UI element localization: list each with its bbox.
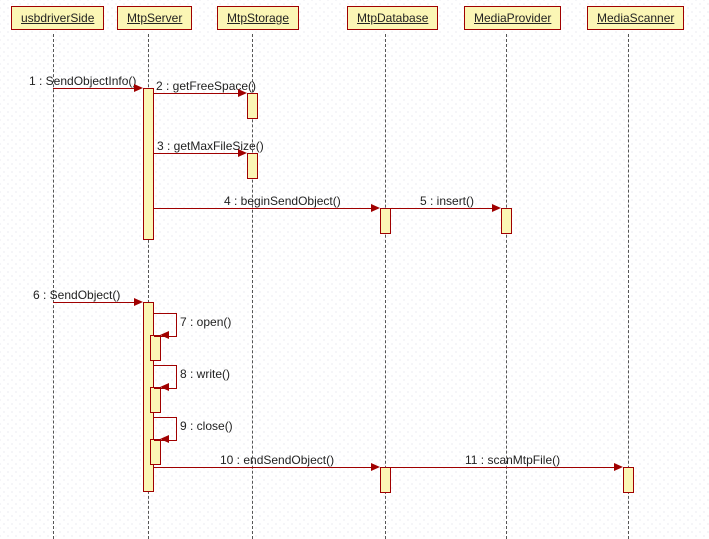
arrow-head-icon: [238, 89, 247, 97]
message-label: 10 : endSendObject(): [220, 453, 334, 467]
message-label: 8 : write(): [180, 367, 230, 381]
message-label: 11 : scanMtpFile(): [465, 453, 560, 467]
message-arrow: [154, 467, 372, 468]
arrow-head-icon: [160, 435, 169, 443]
message-arrow: [154, 153, 239, 154]
message-label: 3 : getMaxFileSize(): [157, 139, 264, 153]
lifeline: [385, 34, 386, 539]
arrow-head-icon: [492, 204, 501, 212]
participant-mtpserver: MtpServer: [117, 6, 192, 30]
lifeline: [53, 34, 54, 539]
activation-bar: [380, 467, 391, 493]
activation-bar: [247, 153, 258, 179]
participant-mediascanner: MediaScanner: [587, 6, 684, 30]
arrow-head-icon: [371, 204, 380, 212]
participant-mtpdatabase: MtpDatabase: [347, 6, 438, 30]
message-arrow: [391, 467, 615, 468]
arrow-head-icon: [238, 149, 247, 157]
message-arrow: [154, 93, 239, 94]
participant-mtpstorage: MtpStorage: [217, 6, 299, 30]
activation-bar: [501, 208, 512, 234]
participant-mediaprovider: MediaProvider: [464, 6, 561, 30]
message-label: 1 : SendObjectInfo(): [29, 74, 136, 88]
activation-bar: [143, 88, 154, 240]
arrow-head-icon: [160, 383, 169, 391]
activation-bar: [623, 467, 634, 493]
arrow-head-icon: [371, 463, 380, 471]
message-label: 4 : beginSendObject(): [224, 194, 341, 208]
message-arrow: [53, 302, 135, 303]
lifeline: [628, 34, 629, 539]
arrow-head-icon: [134, 298, 143, 306]
message-arrow: [154, 208, 372, 209]
message-label: 6 : SendObject(): [33, 288, 120, 302]
arrow-head-icon: [160, 331, 169, 339]
message-arrow: [391, 208, 493, 209]
message-arrow: [53, 88, 135, 89]
message-label: 7 : open(): [180, 315, 231, 329]
participant-usbdriverside: usbdriverSide: [11, 6, 104, 30]
arrow-head-icon: [134, 84, 143, 92]
activation-bar: [247, 93, 258, 119]
activation-bar: [380, 208, 391, 234]
message-label: 9 : close(): [180, 419, 233, 433]
message-label: 5 : insert(): [420, 194, 474, 208]
arrow-head-icon: [614, 463, 623, 471]
